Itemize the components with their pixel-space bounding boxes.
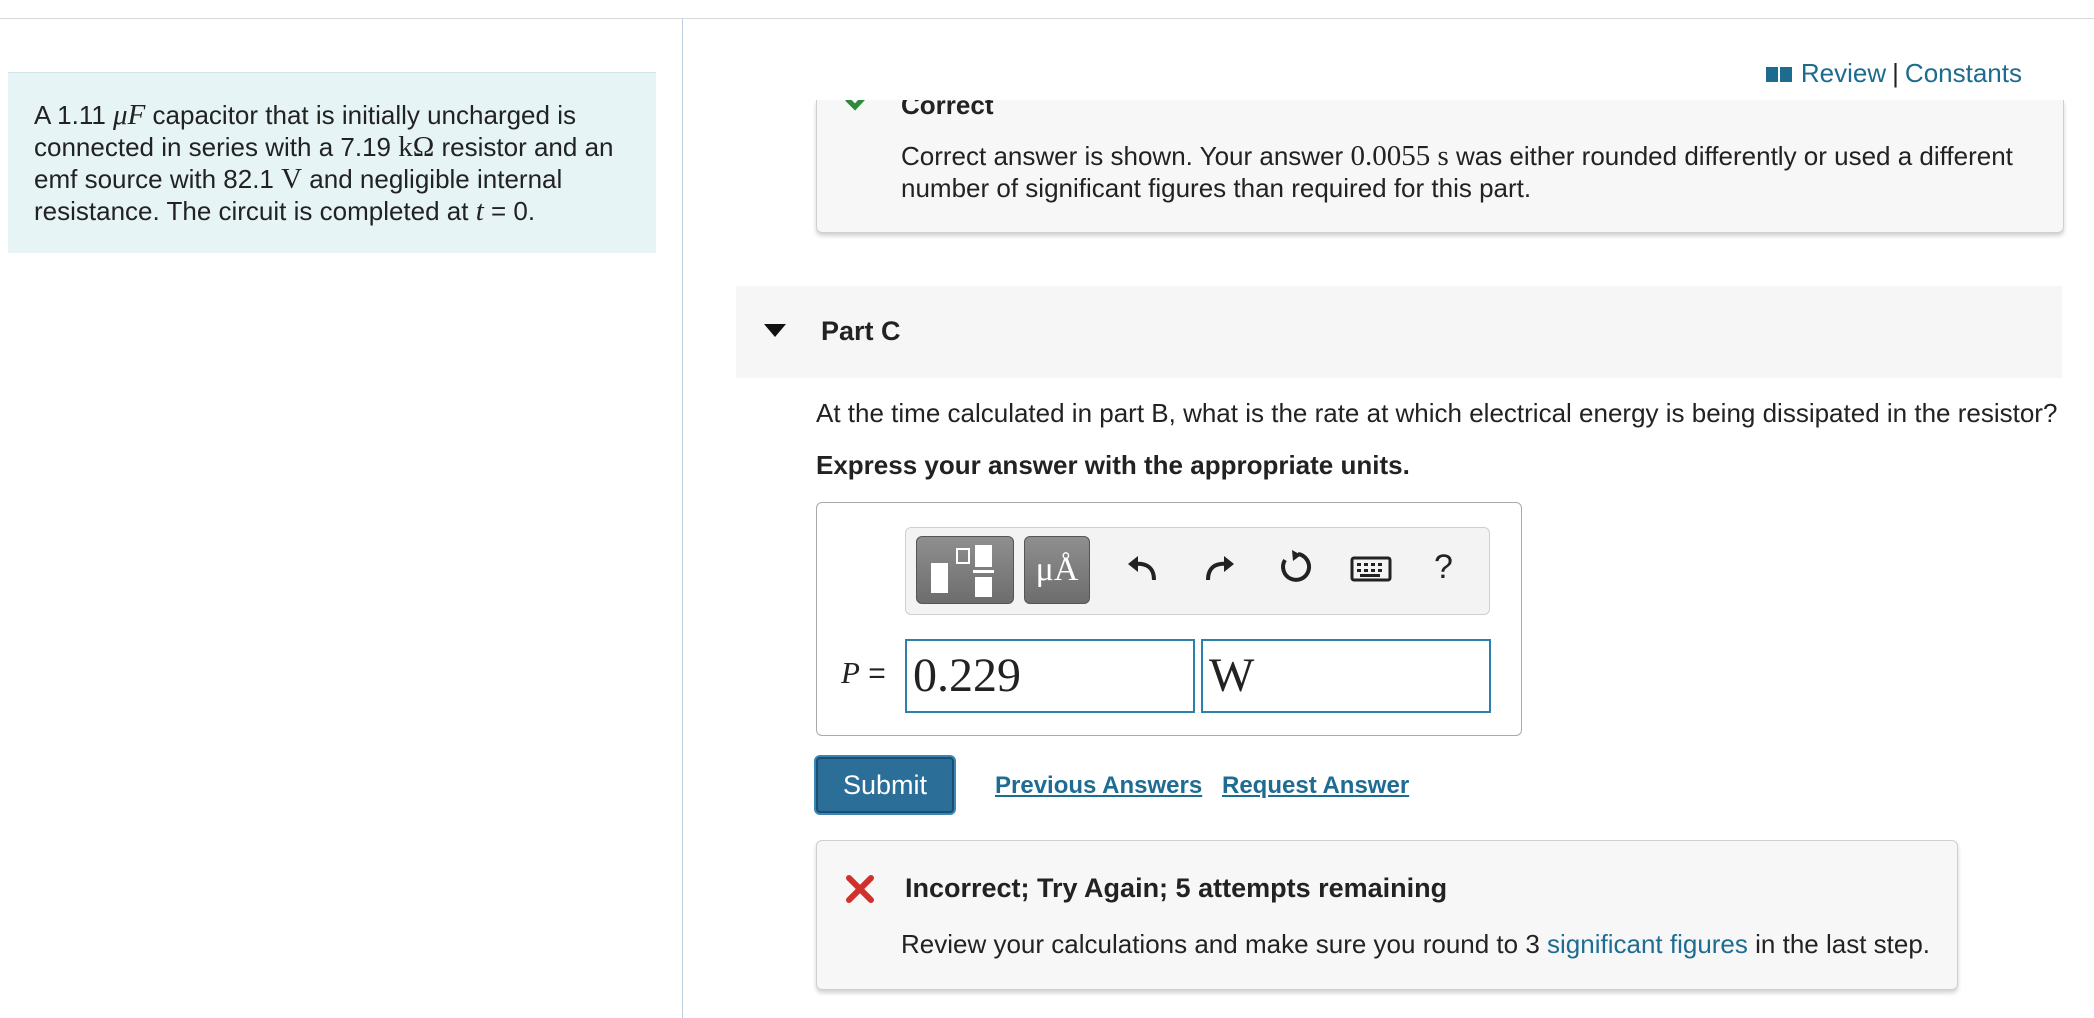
part-c-header[interactable]: Part C <box>736 286 2062 378</box>
help-icon[interactable]: ? <box>1434 548 1453 587</box>
templates-button[interactable] <box>916 536 1014 604</box>
incorrect-title: Incorrect; Try Again; 5 attempts remaini… <box>905 873 1448 903</box>
problem-text: = 0. <box>483 196 536 226</box>
panel-divider <box>682 19 683 1018</box>
correct-message-text: Correct answer is shown. Your answer <box>901 141 1351 171</box>
value-input[interactable]: 0.229 <box>905 639 1195 713</box>
redo-icon[interactable] <box>1200 548 1238 586</box>
previous-answers-link[interactable]: Previous Answers <box>995 772 1202 800</box>
undo-icon[interactable] <box>1124 548 1162 586</box>
incorrect-x-icon <box>846 875 874 903</box>
constants-link[interactable]: Constants <box>1905 58 2022 89</box>
math-toolbar: μÅ ? <box>905 527 1490 615</box>
capacitance-unit: μF <box>113 99 146 131</box>
instruction-text: Express your answer with the appropriate… <box>816 450 1410 480</box>
correct-message: Correct answer is shown. Your answer 0.0… <box>901 140 2041 204</box>
time-variable: t <box>475 195 484 227</box>
submit-button[interactable]: Submit <box>816 757 954 813</box>
caret-down-icon[interactable] <box>764 324 786 337</box>
incorrect-feedback: Incorrect; Try Again; 5 attempts remaini… <box>816 840 1958 990</box>
equals-sign: = <box>859 657 886 690</box>
check-icon <box>845 100 865 111</box>
top-rule <box>0 18 2094 19</box>
units-button[interactable]: μÅ <box>1024 536 1090 604</box>
previous-answer-value: 0.0055 s <box>1350 140 1449 172</box>
templates-icon <box>931 545 994 597</box>
review-constants-bar: Review | Constants <box>1765 58 2022 89</box>
question-text: At the time calculated in part B, what i… <box>816 398 2058 428</box>
variable-name: P <box>841 655 860 690</box>
incorrect-message-text: Review your calculations and make sure y… <box>901 929 1548 959</box>
request-answer-link[interactable]: Request Answer <box>1222 772 1409 800</box>
problem-statement: A 1.11 μF capacitor that is initially un… <box>8 72 656 253</box>
correct-title: Correct <box>901 100 994 120</box>
reset-icon[interactable] <box>1276 548 1314 586</box>
resistance-unit: kΩ <box>398 131 435 163</box>
emf-unit: V <box>281 163 303 195</box>
unit-input[interactable]: W <box>1201 639 1491 713</box>
book-icon <box>1765 66 1792 82</box>
incorrect-message: Review your calculations and make sure y… <box>901 929 1930 960</box>
answer-box: μÅ ? P = 0.229 W <box>816 502 1522 736</box>
correct-feedback: Correct Correct answer is shown. Your an… <box>816 100 2064 233</box>
keyboard-icon[interactable] <box>1350 548 1392 586</box>
review-link[interactable]: Review <box>1801 58 1886 89</box>
part-title: Part C <box>821 316 901 346</box>
variable-label: P = <box>841 655 886 691</box>
problem-text: A 1.11 <box>34 100 114 130</box>
incorrect-message-text: in the last step. <box>1747 929 1931 959</box>
header-separator: | <box>1892 58 1899 88</box>
significant-figures-link[interactable]: significant figures <box>1547 929 1748 959</box>
